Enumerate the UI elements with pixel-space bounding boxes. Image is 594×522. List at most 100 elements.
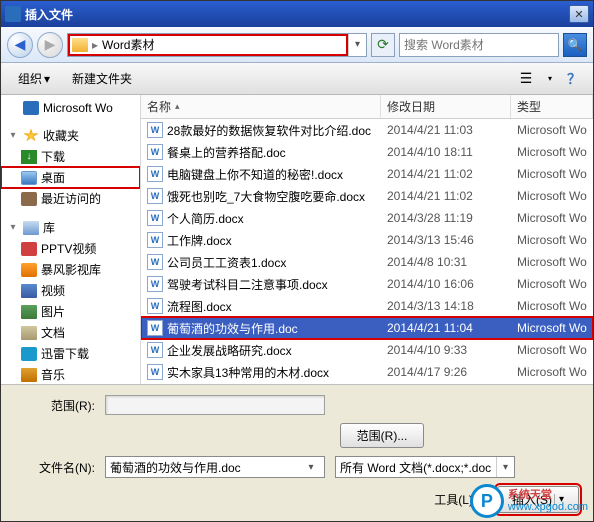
file-row[interactable]: 葡萄酒的功效与作用.doc2014/4/21 11:04Microsoft Wo [141,317,593,339]
window-title: 插入文件 [25,6,73,23]
filename-combo[interactable]: 葡萄酒的功效与作用.doc ▾ [105,456,325,478]
file-date: 2014/4/21 11:03 [381,123,511,137]
file-row[interactable]: 实木家具13种常用的木材.docx2014/4/17 9:26Microsoft… [141,361,593,383]
nav-row: ◀ ▶ ▸ Word素材 ▾ ⟳ 🔍 [1,27,593,63]
file-type: Microsoft Wo [511,233,593,247]
sidebar-item-label: 最近访问的 [41,190,101,207]
search-input[interactable] [404,38,559,52]
insert-button[interactable]: 插入(S) ▾ [497,486,579,513]
filename-dropdown-icon[interactable]: ▾ [302,457,320,477]
view-mode-dropdown[interactable]: ▾ [539,68,561,90]
file-row[interactable]: 流程图.docx2014/3/13 14:18Microsoft Wo [141,295,593,317]
file-list-body[interactable]: 28款最好的数据恢复软件对比介绍.doc2014/4/21 11:03Micro… [141,119,593,384]
dl-icon [21,150,37,164]
address-bar[interactable]: ▸ Word素材 ▾ [67,33,367,57]
sidebar-item[interactable]: ▾库 [1,217,140,238]
doc-icon [147,232,163,248]
doc-icon [147,188,163,204]
insert-file-dialog: 插入文件 ✕ ◀ ▶ ▸ Word素材 ▾ ⟳ 🔍 组织 ▾ [0,0,594,522]
search-box[interactable] [399,33,559,57]
file-row[interactable]: 餐桌上的营养搭配.doc2014/4/10 18:11Microsoft Wo [141,141,593,163]
file-row[interactable]: 饿死也别吃_7大食物空腹吃要命.docx2014/4/21 11:02Micro… [141,185,593,207]
file-row[interactable]: 电脑键盘上你不知道的秘密!.docx2014/4/21 11:02Microso… [141,163,593,185]
new-folder-button[interactable]: 新建文件夹 [63,66,141,91]
sidebar-item-label: 桌面 [41,169,65,186]
file-row[interactable]: 28款最好的数据恢复软件对比介绍.doc2014/4/21 11:03Micro… [141,119,593,141]
file-date: 2014/3/13 14:18 [381,299,511,313]
sidebar-item[interactable]: PPTV视频 [1,238,140,259]
file-date: 2014/3/28 11:19 [381,211,511,225]
current-folder-label: Word素材 [102,36,154,53]
file-type: Microsoft Wo [511,211,593,225]
sidebar-item[interactable]: 迅雷下载 [1,343,140,364]
chevron-down-icon: ▾ [44,72,50,86]
file-row[interactable]: 驾驶考试科目二注意事项.docx2014/4/10 16:06Microsoft… [141,273,593,295]
sidebar-item-label: 图片 [41,303,65,320]
file-name: 个人简历.docx [167,210,244,227]
sidebar-item-label: 音乐 [41,366,65,383]
file-row[interactable]: 公司员工工资表1.docx2014/4/8 10:31Microsoft Wo [141,251,593,273]
search-icon: 🔍 [568,38,583,52]
file-name: 饿死也别吃_7大食物空腹吃要命.docx [167,188,365,205]
sidebar-item[interactable]: ▾收藏夹 [1,125,140,146]
sort-asc-icon: ▴ [175,101,180,112]
dialog-body: Microsoft Wo ▾收藏夹下载桌面最近访问的 ▾库PPTV视频暴风影视库视频… [1,95,593,384]
range-label: 范围(R): [15,397,105,414]
sidebar-item[interactable]: 暴风影视库 [1,259,140,280]
doc-icon [147,364,163,380]
window-icon [5,6,21,22]
view-mode-button[interactable]: ☰ [515,68,537,90]
forward-button[interactable]: ▶ [37,32,63,58]
organize-button[interactable]: 组织 ▾ [9,66,59,91]
close-button[interactable]: ✕ [569,5,589,23]
doc-icon [147,298,163,314]
file-name: 实木家具13种常用的木材.docx [167,364,329,381]
baofeng-icon [21,263,37,277]
file-row[interactable]: 工作牌.docx2014/3/13 15:46Microsoft Wo [141,229,593,251]
file-name: 餐桌上的营养搭配.doc [167,144,286,161]
tools-menu[interactable]: 工具(L) ▾ [434,491,481,508]
filename-label: 文件名(N): [15,459,105,476]
address-dropdown[interactable]: ▾ [348,34,366,56]
toolbar: 组织 ▾ 新建文件夹 ☰ ▾ ？ [1,63,593,95]
file-row[interactable]: 企业发展战略研究.docx2014/4/10 9:33Microsoft Wo [141,339,593,361]
filter-dropdown-icon[interactable]: ▾ [496,457,514,477]
file-list: 名称 ▴ 修改日期 类型 28款最好的数据恢复软件对比介绍.doc2014/4/… [141,95,593,384]
refresh-button[interactable]: ⟳ [371,33,395,57]
sidebar-item-label: 暴风影视库 [41,261,101,278]
file-type-filter[interactable]: 所有 Word 文档(*.docx;*.doc ▾ [335,456,515,478]
music-icon [21,368,37,382]
column-header-name[interactable]: 名称 ▴ [141,95,381,118]
sidebar-item[interactable]: 最近访问的 [1,188,140,209]
range-button[interactable]: 范围(R)... [340,423,425,448]
help-button[interactable]: ？ [563,68,585,90]
navigation-sidebar[interactable]: Microsoft Wo ▾收藏夹下载桌面最近访问的 ▾库PPTV视频暴风影视库视频… [1,95,141,384]
file-name: 电脑键盘上你不知道的秘密!.docx [167,166,343,183]
file-date: 2014/4/21 11:02 [381,189,511,203]
sidebar-item[interactable]: 音乐 [1,364,140,384]
doc-icon [147,144,163,160]
sidebar-item[interactable]: 下载 [1,146,140,167]
path-separator-icon: ▸ [92,38,98,52]
wordapp-icon [23,101,39,115]
sidebar-item[interactable]: 图片 [1,301,140,322]
sidebar-item[interactable]: 视频 [1,280,140,301]
search-go-button[interactable]: 🔍 [563,33,587,57]
sidebar-item[interactable]: 桌面 [1,167,140,188]
file-type: Microsoft Wo [511,343,593,357]
doc-icon [147,166,163,182]
sidebar-item[interactable]: Microsoft Wo [1,99,140,117]
file-row[interactable]: 个人简历.docx 2014/3/28 11:19Microsoft Wo [141,207,593,229]
back-button[interactable]: ◀ [7,32,33,58]
file-type: Microsoft Wo [511,365,593,379]
file-date: 2014/4/21 11:04 [381,321,511,335]
doc-icon [147,254,163,270]
column-header-type[interactable]: 类型 [511,95,593,118]
sidebar-item[interactable]: 文档 [1,322,140,343]
filter-value: 所有 Word 文档(*.docx;*.doc [340,459,496,476]
file-name: 企业发展战略研究.docx [167,342,292,359]
filename-value: 葡萄酒的功效与作用.doc [110,459,241,476]
bottom-panel: 范围(R): 范围(R)... 文件名(N): 葡萄酒的功效与作用.doc ▾ … [1,384,593,521]
column-header-date[interactable]: 修改日期 [381,95,511,118]
file-name: 工作牌.docx [167,232,232,249]
